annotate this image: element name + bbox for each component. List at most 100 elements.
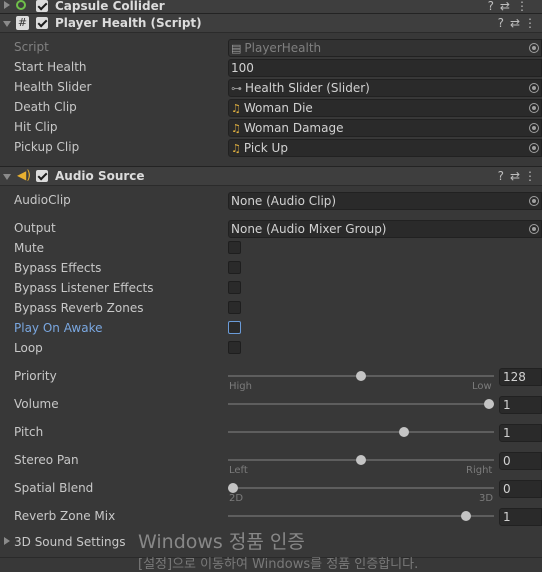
spatial-blend-slider[interactable] (228, 483, 494, 493)
audioclip-label: AudioClip (14, 193, 71, 207)
start-health-value: 100 (231, 61, 254, 75)
player-health-enabled-checkbox[interactable] (36, 17, 48, 29)
pitch-value: 1 (503, 426, 511, 440)
stereo-pan-max-label: Right (466, 465, 493, 476)
output-value: None (Audio Mixer Group) (231, 222, 387, 236)
capsule-collider-icon (16, 0, 26, 10)
activation-watermark-subtitle: [설정]으로 이동하여 Windows를 정품 인증합니다. (138, 557, 419, 572)
audio-clip-icon: ♫ (231, 122, 241, 135)
capsule-collider-header[interactable]: Capsule Collider ?⇄⋮ (0, 0, 542, 14)
object-picker-icon[interactable] (529, 83, 539, 93)
fold-arrow-icon[interactable] (4, 537, 10, 545)
reverb-zone-mix-label: Reverb Zone Mix (14, 509, 116, 523)
reverb-zone-mix-slider-thumb[interactable] (460, 511, 471, 521)
volume-label: Volume (14, 397, 59, 411)
pitch-slider-thumb[interactable] (398, 427, 409, 437)
priority-min-label: High (229, 381, 252, 392)
bypass-listener-effects-label: Bypass Listener Effects (14, 281, 154, 295)
stereo-pan-slider-thumb[interactable] (356, 455, 366, 465)
pitch-field[interactable]: 1 (499, 424, 542, 442)
priority-slider[interactable] (228, 371, 494, 381)
object-picker-icon[interactable] (529, 224, 539, 234)
audio-clip-icon: ♫ (231, 142, 241, 155)
audio-source-title: Audio Source (55, 169, 145, 183)
reverb-zone-mix-field[interactable]: 1 (499, 508, 542, 526)
help-icon[interactable]: ? (498, 169, 504, 183)
slider-icon: ⊶ (231, 82, 242, 95)
object-picker-icon[interactable] (529, 196, 539, 206)
script-value: PlayerHealth (244, 41, 322, 55)
stereo-pan-slider[interactable] (228, 455, 494, 465)
hit-clip-label: Hit Clip (14, 120, 58, 134)
audio-source-enabled-checkbox[interactable] (36, 170, 48, 182)
spatial-blend-slider-thumb[interactable] (228, 483, 238, 493)
reverb-zone-mix-value: 1 (503, 510, 511, 524)
capsule-collider-title: Capsule Collider (55, 0, 165, 13)
help-icon[interactable]: ? (498, 16, 504, 30)
capsule-collider-header-icons[interactable]: ?⇄⋮ (488, 0, 534, 13)
stereo-pan-label: Stereo Pan (14, 453, 79, 467)
start-health-label: Start Health (14, 60, 87, 74)
menu-icon[interactable]: ⋮ (524, 16, 536, 30)
audio-source-header[interactable]: ◀︎) Audio Source ? ⇄ ⋮ (0, 166, 542, 186)
capsule-collider-enabled-checkbox[interactable] (36, 0, 48, 12)
death-clip-value: Woman Die (243, 101, 313, 115)
menu-icon[interactable]: ⋮ (524, 169, 536, 183)
bypass-listener-effects-checkbox[interactable] (228, 281, 241, 294)
player-health-header[interactable]: # Player Health (Script) ? ⇄ ⋮ (0, 13, 542, 33)
object-picker-icon[interactable] (529, 103, 539, 113)
priority-value: 128 (503, 370, 526, 384)
bypass-reverb-zones-label: Bypass Reverb Zones (14, 301, 144, 315)
script-field[interactable]: ▤ PlayerHealth (228, 39, 542, 57)
script-asset-icon: ▤ (231, 42, 242, 55)
bypass-effects-checkbox[interactable] (228, 261, 241, 274)
volume-slider[interactable] (228, 399, 494, 409)
loop-checkbox[interactable] (228, 341, 241, 354)
pitch-label: Pitch (14, 425, 44, 439)
spatial-blend-field[interactable]: 0 (499, 480, 542, 498)
volume-field[interactable]: 1 (499, 396, 542, 414)
pickup-clip-field[interactable]: ♫ Pick Up (228, 139, 542, 157)
fold-arrow-icon[interactable] (3, 21, 11, 27)
presets-icon[interactable]: ⇄ (510, 169, 520, 183)
script-label: Script (14, 40, 49, 54)
reverb-zone-mix-slider[interactable] (228, 511, 494, 521)
health-slider-label: Health Slider (14, 80, 92, 94)
fold-arrow-icon[interactable] (3, 174, 11, 180)
pickup-clip-value: Pick Up (243, 141, 288, 155)
output-label: Output (14, 221, 56, 235)
hit-clip-value: Woman Damage (243, 121, 344, 135)
start-health-field[interactable]: 100 (228, 59, 542, 77)
audioclip-value: None (Audio Clip) (231, 194, 337, 208)
death-clip-field[interactable]: ♫ Woman Die (228, 99, 542, 117)
priority-slider-thumb[interactable] (356, 371, 366, 381)
death-clip-label: Death Clip (14, 100, 77, 114)
audio-source-icon: ◀︎) (17, 168, 31, 182)
pitch-slider[interactable] (228, 427, 494, 437)
play-on-awake-label: Play On Awake (14, 321, 103, 335)
health-slider-field[interactable]: ⊶ Health Slider (Slider) (228, 79, 542, 97)
activation-watermark-title: Windows 정품 인증 (138, 531, 305, 553)
hit-clip-field[interactable]: ♫ Woman Damage (228, 119, 542, 137)
mute-checkbox[interactable] (228, 241, 241, 254)
object-picker-icon[interactable] (529, 43, 539, 53)
priority-label: Priority (14, 369, 57, 383)
volume-slider-thumb[interactable] (484, 399, 494, 409)
object-picker-icon[interactable] (529, 123, 539, 133)
bypass-reverb-zones-checkbox[interactable] (228, 301, 241, 314)
player-health-title: Player Health (Script) (55, 16, 202, 30)
play-on-awake-checkbox[interactable] (228, 321, 241, 334)
object-picker-icon[interactable] (529, 143, 539, 153)
stereo-pan-min-label: Left (229, 465, 248, 476)
presets-icon[interactable]: ⇄ (510, 16, 520, 30)
loop-label: Loop (14, 341, 43, 355)
spatial-blend-min-label: 2D (229, 493, 244, 504)
audioclip-field[interactable]: None (Audio Clip) (228, 192, 542, 210)
output-field[interactable]: None (Audio Mixer Group) (228, 220, 542, 238)
pickup-clip-label: Pickup Clip (14, 140, 80, 154)
script-icon: # (16, 16, 29, 30)
mute-label: Mute (14, 241, 45, 255)
stereo-pan-field[interactable]: 0 (499, 452, 542, 470)
priority-field[interactable]: 128 (499, 368, 542, 386)
fold-arrow-icon[interactable] (4, 1, 10, 9)
